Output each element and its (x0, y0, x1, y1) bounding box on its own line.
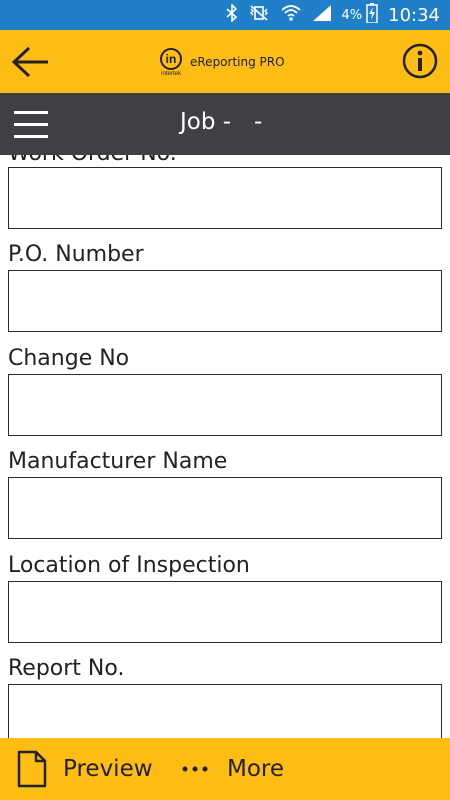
location-of-inspection-input[interactable] (8, 581, 442, 643)
battery-percent: 4% (341, 7, 363, 23)
status-bar: 4% 10:34 (0, 0, 450, 30)
back-button[interactable] (10, 42, 52, 82)
change-no-label: Change No (8, 346, 130, 371)
vibrate-mute-icon (248, 4, 270, 27)
po-number-label: P.O. Number (8, 242, 144, 267)
preview-label: Preview (63, 756, 153, 782)
preview-button[interactable]: Preview (16, 738, 153, 800)
job-title: Job - (180, 109, 232, 135)
menu-bar-icon (14, 135, 48, 138)
work-order-input[interactable] (8, 167, 442, 229)
change-no-input[interactable] (8, 374, 442, 436)
info-icon (402, 43, 438, 79)
menu-bar-icon (14, 123, 48, 126)
work-order-label: Work Order No. (8, 155, 177, 166)
app-logo: in intertek eReporting PRO (160, 40, 285, 84)
manufacturer-name-label: Manufacturer Name (8, 449, 228, 474)
bluetooth-icon (225, 2, 238, 27)
more-dots-icon (182, 766, 208, 772)
manufacturer-name-input[interactable] (8, 477, 442, 539)
app-title: eReporting PRO (190, 55, 285, 69)
hamburger-menu-button[interactable] (14, 107, 50, 141)
document-icon (17, 750, 47, 788)
signal-icon (312, 4, 332, 27)
bottom-action-bar: Preview More (0, 738, 450, 800)
job-title-suffix: - (254, 109, 263, 135)
intertek-logo: in intertek (160, 47, 182, 77)
po-number-input[interactable] (8, 270, 442, 332)
location-of-inspection-label: Location of Inspection (8, 553, 250, 578)
battery-charging-icon (366, 2, 378, 28)
arrow-left-icon (11, 46, 48, 78)
report-no-input[interactable] (8, 684, 442, 738)
logo-mark: in (160, 47, 182, 70)
report-no-label: Report No. (8, 656, 125, 681)
logo-subtext: intertek (161, 70, 181, 77)
info-button[interactable] (402, 43, 438, 79)
more-button[interactable]: More (182, 738, 284, 800)
wifi-icon (280, 4, 302, 27)
app-bar: in intertek eReporting PRO (0, 30, 450, 93)
clock: 10:34 (388, 4, 440, 26)
job-form[interactable]: Work Order No. P.O. Number Change No Man… (0, 155, 450, 738)
more-label: More (227, 756, 285, 782)
menu-bar-icon (14, 111, 48, 114)
job-header: Job - - (0, 93, 450, 155)
